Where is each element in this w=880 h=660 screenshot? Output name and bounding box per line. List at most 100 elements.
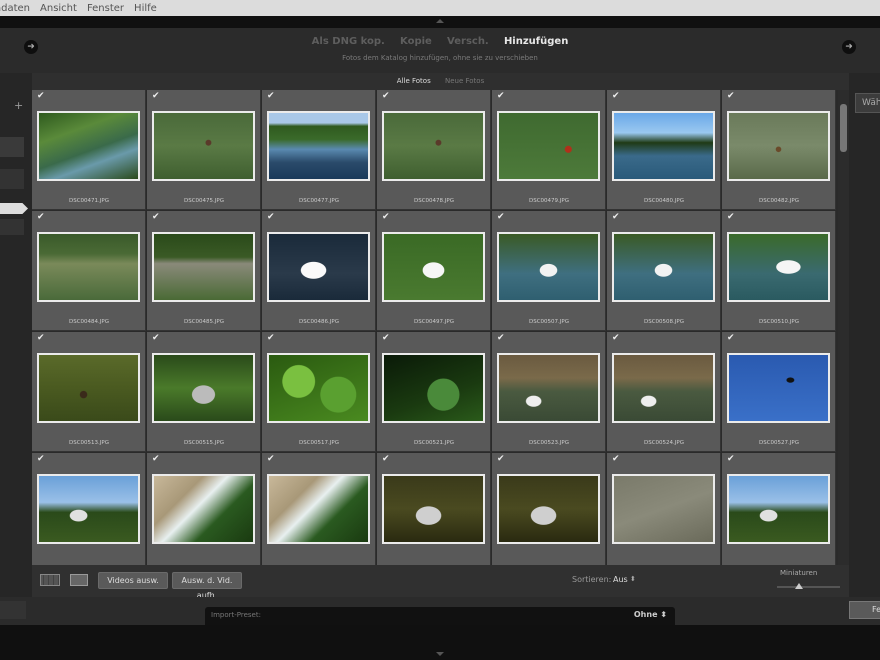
photo-cell[interactable]: ✔ DSC00478.JPG bbox=[377, 90, 491, 210]
select-destination-button[interactable]: Wäh bbox=[855, 93, 880, 113]
photo-thumbnail[interactable] bbox=[497, 111, 600, 181]
checkmark-icon[interactable]: ✔ bbox=[727, 212, 735, 222]
tab-new-photos[interactable]: Neue Fotos bbox=[445, 77, 484, 85]
photo-cell[interactable]: ✔ DSC00475.JPG bbox=[147, 90, 261, 210]
photo-thumbnail[interactable] bbox=[37, 353, 140, 423]
bottom-collapse-strip[interactable] bbox=[0, 625, 880, 660]
photo-thumbnail[interactable] bbox=[152, 474, 255, 544]
photo-thumbnail[interactable] bbox=[37, 111, 140, 181]
source-item[interactable] bbox=[0, 219, 24, 235]
tab-all-photos[interactable]: Alle Fotos bbox=[397, 77, 431, 85]
photo-cell[interactable]: ✔ DSC00510.JPG bbox=[722, 211, 836, 331]
photo-cell[interactable]: ✔ DSC00471.JPG bbox=[32, 90, 146, 210]
deselect-videos-button[interactable]: Ausw. d. Vid. aufh. bbox=[172, 572, 242, 600]
photo-thumbnail[interactable] bbox=[152, 232, 255, 302]
photo-cell[interactable]: ✔ DSC00527.JPG bbox=[722, 332, 836, 452]
checkmark-icon[interactable]: ✔ bbox=[382, 212, 390, 222]
photo-thumbnail[interactable] bbox=[612, 353, 715, 423]
arrow-right-icon[interactable]: ➜ bbox=[842, 40, 856, 54]
photo-cell[interactable]: ✔ DSC00482.JPG bbox=[722, 90, 836, 210]
photo-cell[interactable]: ✔ DSC00523.JPG bbox=[492, 332, 606, 452]
photo-cell[interactable]: ✔ bbox=[607, 453, 721, 565]
checkmark-icon[interactable]: ✔ bbox=[152, 333, 160, 343]
photo-thumbnail[interactable] bbox=[267, 353, 370, 423]
finish-button[interactable]: Fe bbox=[849, 601, 880, 619]
photo-cell[interactable]: ✔ DSC00485.JPG bbox=[147, 211, 261, 331]
photo-cell[interactable]: ✔ bbox=[377, 453, 491, 565]
select-videos-button[interactable]: Videos ausw. bbox=[98, 572, 168, 589]
checkmark-icon[interactable]: ✔ bbox=[727, 333, 735, 343]
checkmark-icon[interactable]: ✔ bbox=[727, 454, 735, 464]
photo-thumbnail[interactable] bbox=[152, 111, 255, 181]
photo-thumbnail[interactable] bbox=[727, 232, 830, 302]
photo-cell[interactable]: ✔ DSC00484.JPG bbox=[32, 211, 146, 331]
slider-knob[interactable] bbox=[795, 583, 804, 589]
grid-view-icon[interactable] bbox=[40, 574, 60, 586]
checkmark-icon[interactable]: ✔ bbox=[497, 212, 505, 222]
photo-thumbnail[interactable] bbox=[497, 474, 600, 544]
photo-thumbnail[interactable] bbox=[382, 111, 485, 181]
photo-thumbnail[interactable] bbox=[382, 353, 485, 423]
photo-cell[interactable]: ✔ bbox=[32, 453, 146, 565]
checkmark-icon[interactable]: ✔ bbox=[382, 333, 390, 343]
photo-cell[interactable]: ✔ DSC00477.JPG bbox=[262, 90, 376, 210]
photo-thumbnail[interactable] bbox=[727, 353, 830, 423]
checkmark-icon[interactable]: ✔ bbox=[727, 91, 735, 101]
photo-cell[interactable]: ✔ DSC00497.JPG bbox=[377, 211, 491, 331]
menu-item-help[interactable]: Hilfe bbox=[129, 3, 162, 14]
photo-thumbnail[interactable] bbox=[497, 353, 600, 423]
checkmark-icon[interactable]: ✔ bbox=[612, 91, 620, 101]
checkmark-icon[interactable]: ✔ bbox=[152, 91, 160, 101]
import-preset-select[interactable]: Ohne ⬍ bbox=[634, 610, 667, 619]
checkmark-icon[interactable]: ✔ bbox=[382, 454, 390, 464]
photo-thumbnail[interactable] bbox=[497, 232, 600, 302]
import-preset-bar[interactable]: Import-Preset: Ohne ⬍ bbox=[205, 607, 675, 625]
checkmark-icon[interactable]: ✔ bbox=[612, 454, 620, 464]
photo-thumbnail[interactable] bbox=[612, 474, 715, 544]
photo-cell[interactable]: ✔ bbox=[147, 453, 261, 565]
source-item[interactable] bbox=[0, 137, 24, 157]
photo-cell[interactable]: ✔ DSC00508.JPG bbox=[607, 211, 721, 331]
checkmark-icon[interactable]: ✔ bbox=[267, 454, 275, 464]
checkmark-icon[interactable]: ✔ bbox=[37, 454, 45, 464]
source-item[interactable] bbox=[0, 169, 24, 189]
photo-thumbnail[interactable] bbox=[727, 111, 830, 181]
photo-cell[interactable]: ✔ DSC00507.JPG bbox=[492, 211, 606, 331]
checkmark-icon[interactable]: ✔ bbox=[497, 454, 505, 464]
photo-cell[interactable]: ✔ DSC00479.JPG bbox=[492, 90, 606, 210]
mode-move[interactable]: Versch. bbox=[447, 36, 489, 47]
menu-item-window[interactable]: Fenster bbox=[82, 3, 129, 14]
grid-scrollbar[interactable] bbox=[838, 90, 849, 565]
checkmark-icon[interactable]: ✔ bbox=[37, 333, 45, 343]
menu-item-view[interactable]: Ansicht bbox=[35, 3, 82, 14]
photo-thumbnail[interactable] bbox=[152, 353, 255, 423]
checkmark-icon[interactable]: ✔ bbox=[152, 454, 160, 464]
photo-thumbnail[interactable] bbox=[267, 111, 370, 181]
footer-left-button[interactable] bbox=[0, 601, 26, 619]
photo-cell[interactable]: ✔ DSC00521.JPG bbox=[377, 332, 491, 452]
checkmark-icon[interactable]: ✔ bbox=[497, 91, 505, 101]
photo-thumbnail[interactable] bbox=[612, 232, 715, 302]
scrollbar-thumb[interactable] bbox=[840, 104, 847, 152]
photo-cell[interactable]: ✔ bbox=[722, 453, 836, 565]
checkmark-icon[interactable]: ✔ bbox=[267, 333, 275, 343]
checkmark-icon[interactable]: ✔ bbox=[152, 212, 160, 222]
photo-thumbnail[interactable] bbox=[727, 474, 830, 544]
photo-cell[interactable]: ✔ DSC00480.JPG bbox=[607, 90, 721, 210]
photo-cell[interactable]: ✔ DSC00513.JPG bbox=[32, 332, 146, 452]
mode-add[interactable]: Hinzufügen bbox=[504, 36, 568, 47]
loupe-view-icon[interactable] bbox=[70, 574, 88, 586]
photo-thumbnail[interactable] bbox=[382, 474, 485, 544]
photo-cell[interactable]: ✔ DSC00517.JPG bbox=[262, 332, 376, 452]
add-source-icon[interactable]: + bbox=[14, 99, 23, 112]
checkmark-icon[interactable]: ✔ bbox=[497, 333, 505, 343]
photo-thumbnail[interactable] bbox=[37, 474, 140, 544]
checkmark-icon[interactable]: ✔ bbox=[37, 91, 45, 101]
photo-thumbnail[interactable] bbox=[267, 474, 370, 544]
thumbnail-size-slider[interactable] bbox=[777, 586, 840, 588]
updown-arrow-icon[interactable]: ⬍ bbox=[630, 575, 636, 583]
mode-copy[interactable]: Kopie bbox=[400, 36, 432, 47]
checkmark-icon[interactable]: ✔ bbox=[267, 212, 275, 222]
mode-dng-copy[interactable]: Als DNG kop. bbox=[312, 36, 385, 47]
photo-thumbnail[interactable] bbox=[612, 111, 715, 181]
